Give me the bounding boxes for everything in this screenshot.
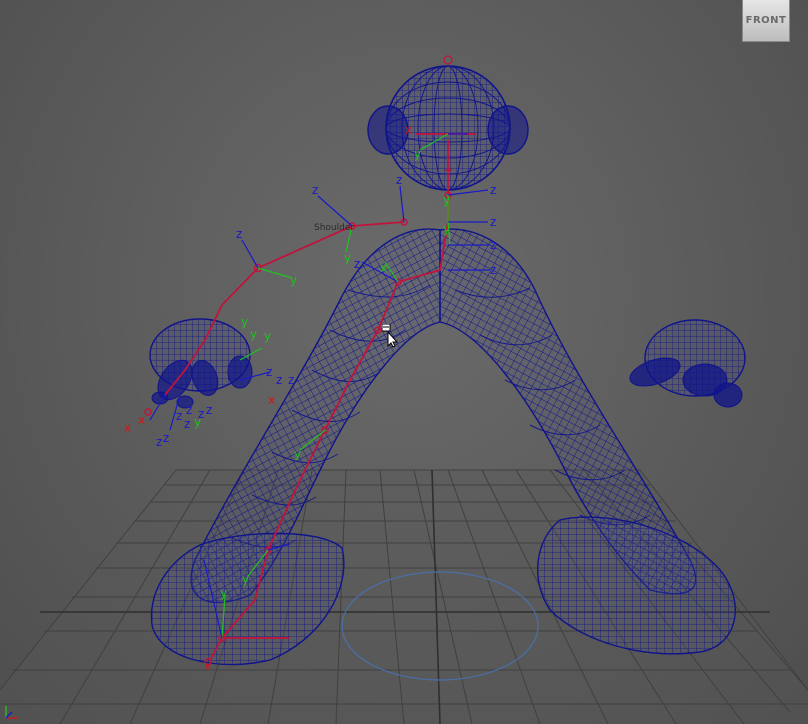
axis-letter-z: z	[186, 403, 192, 417]
axis-letter-x: x	[268, 393, 275, 407]
axis-indicator-icon	[5, 706, 18, 719]
axis-letter-y: y	[250, 327, 257, 341]
3d-viewport[interactable]: z y z y z z y z y z z z x x y y y y z z …	[0, 0, 808, 724]
axis-letter-z: z	[206, 403, 212, 417]
axis-letter-y: y	[443, 222, 450, 236]
axis-letter-z: z	[236, 227, 242, 241]
axis-letter-x: x	[138, 413, 145, 427]
axis-letter-z: z	[354, 257, 360, 271]
axis-letter-y: y	[443, 193, 450, 207]
axis-letter-z: z	[396, 173, 402, 187]
axis-letter-x: x	[380, 261, 387, 275]
axis-letter-z: z	[266, 365, 272, 379]
axis-letter-y: y	[294, 447, 301, 461]
mouse-pointer-icon	[382, 324, 398, 348]
axis-letter-x: x	[124, 421, 131, 435]
axis-letter-z: z	[288, 373, 294, 387]
axis-letter-z: z	[184, 417, 190, 431]
shoulder-joint-label: Shoulder	[314, 223, 354, 233]
axis-letter-y: y	[241, 315, 248, 329]
scene-canvas[interactable]: z y z y z z y z y z z z x x y y y y z z …	[0, 0, 808, 724]
axis-letter-y: y	[264, 329, 271, 343]
axis-letter-y: y	[344, 251, 351, 265]
axis-letter-z: z	[490, 263, 496, 277]
right-hand-mesh[interactable]	[627, 319, 746, 408]
axis-letter-z: z	[176, 409, 182, 423]
axis-letter-y: y	[194, 415, 201, 429]
axis-letter-y: y	[290, 273, 297, 287]
axis-letter-y: y	[220, 586, 227, 600]
axis-letter-z: z	[490, 215, 496, 229]
axis-letter-x: x	[405, 123, 412, 137]
axis-letter-z: z	[163, 431, 169, 445]
axis-letter-z: z	[156, 435, 162, 449]
axis-letter-z: z	[490, 183, 496, 197]
axis-letter-y: y	[414, 147, 421, 161]
axis-letter-y: y	[242, 572, 249, 586]
axis-letter-x: x	[204, 659, 211, 673]
axis-letter-z: z	[490, 238, 496, 252]
viewcube-icon[interactable]: FRONT	[742, 0, 790, 42]
axis-letter-z: z	[276, 373, 282, 387]
axis-letter-z: z	[312, 183, 318, 197]
